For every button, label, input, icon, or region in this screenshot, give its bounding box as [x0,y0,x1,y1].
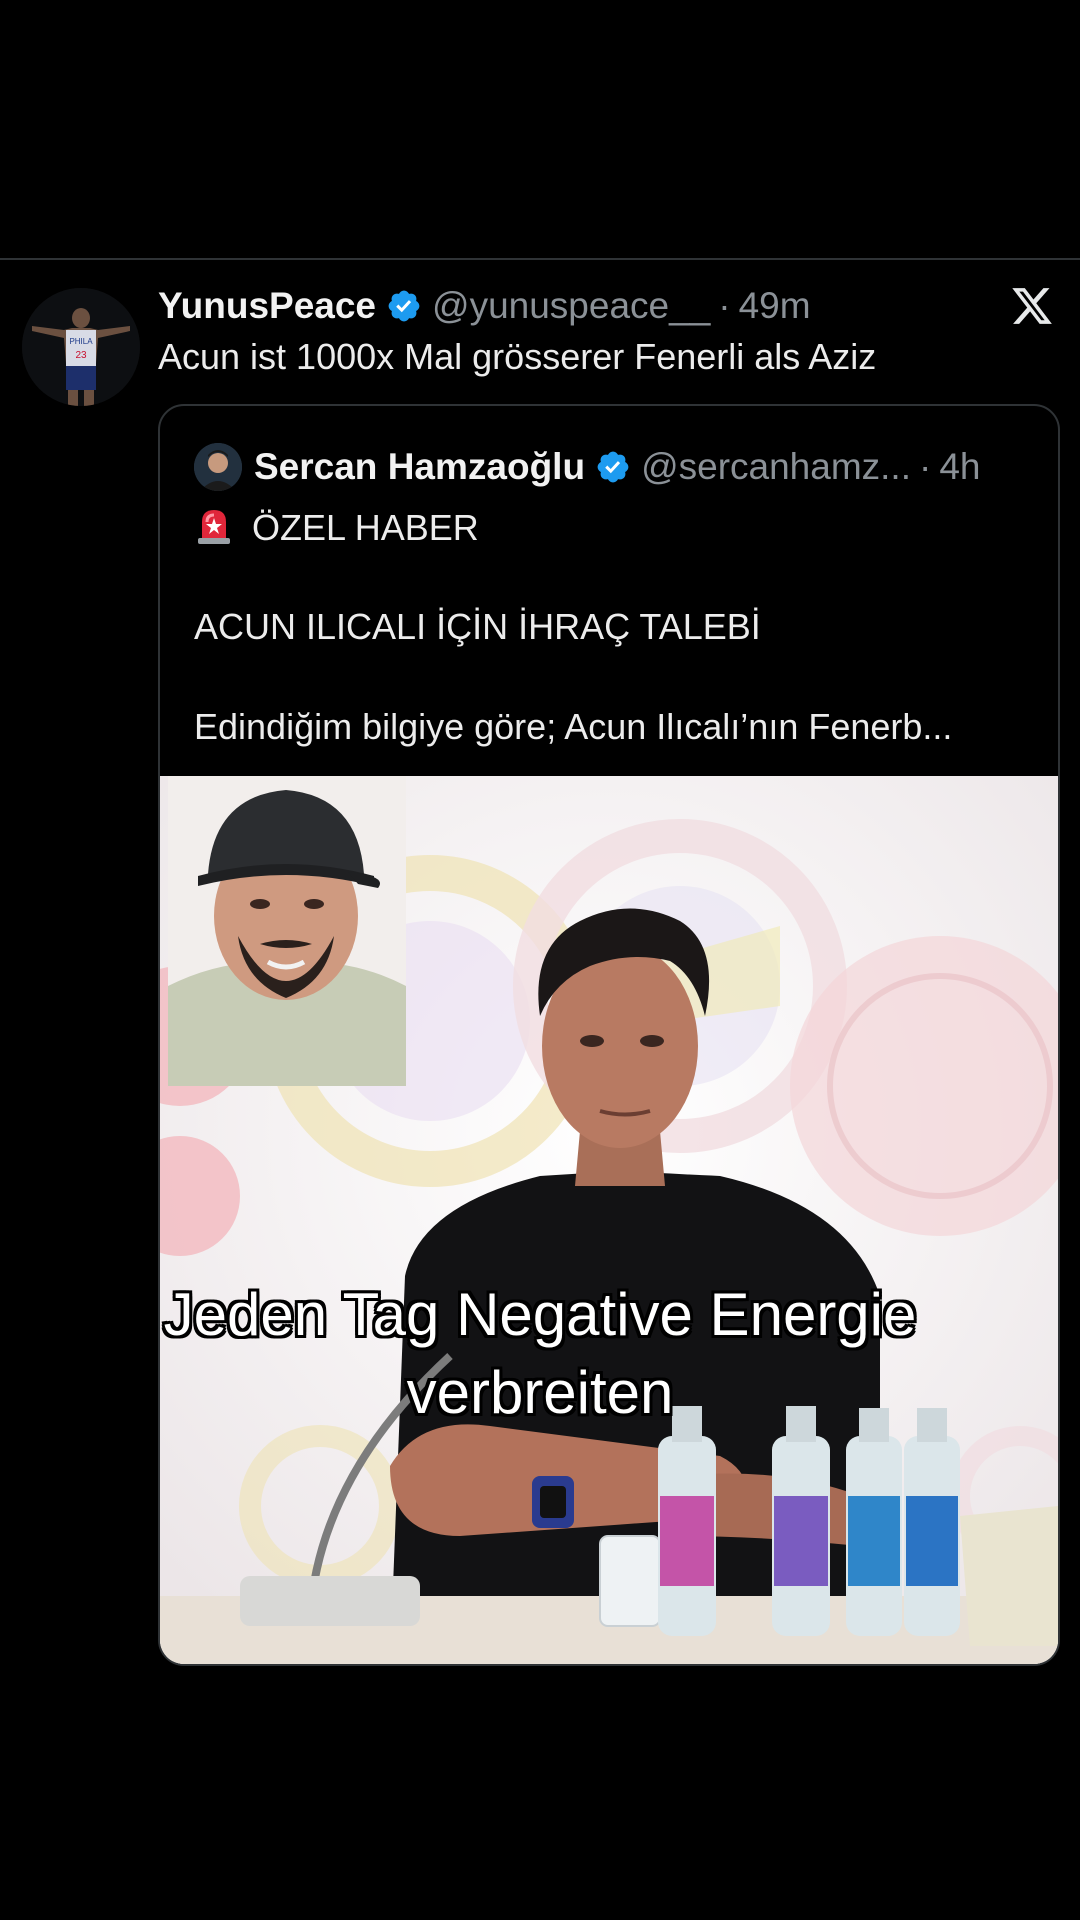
separator: · [718,285,731,326]
tweet-text: Acun ist 1000x Mal grösserer Fenerli als… [158,336,877,377]
quoted-avatar-image [194,443,242,491]
quoted-line-3: Edindiğim bilgiye göre; Acun Ilıcalı’nın… [194,706,953,747]
avatar[interactable]: PHILA 23 [22,288,140,406]
quoted-headline: ÖZEL HABER [252,507,479,548]
caption-line-1: Jeden Tag Negative Energie [163,1281,917,1348]
quoted-tweet-header: Sercan Hamzaoğlu @sercanhamz... · 4h [194,442,980,492]
quoted-display-name[interactable]: Sercan Hamzaoğlu [254,446,585,488]
display-name[interactable]: YunusPeace [158,285,376,327]
timestamp[interactable]: 49m [739,285,811,327]
verified-badge-icon [597,451,629,483]
quoted-line-1: ÖZEL HABER [194,506,479,549]
video-caption: Jeden Tag Negative Energie verbreiten [40,1276,1040,1432]
quoted-avatar[interactable] [194,443,242,491]
avatar-image: PHILA 23 [22,288,140,406]
svg-text:PHILA: PHILA [69,337,93,346]
tweet-header: YunusPeace @yunuspeace__ · 49m [158,282,811,330]
svg-text:23: 23 [75,350,87,361]
creator-facecam-image [168,776,406,1086]
verified-badge-icon [388,290,420,322]
quoted-line-2: ACUN ILICALI İÇİN İHRAÇ TALEBİ [194,606,761,647]
top-divider [0,258,1080,260]
siren-icon [198,510,230,544]
caption-line-2: verbreiten [406,1359,674,1426]
x-logo-icon[interactable] [1010,284,1054,328]
creator-facecam [168,776,406,1086]
separator: · [919,446,932,487]
video-frame: PHILA 23 YunusPeace @yunuspeace__ · 49m … [0,0,1080,1920]
quoted-timestamp[interactable]: 4h [939,446,980,488]
handle[interactable]: @yunuspeace__ [432,285,710,327]
quoted-handle[interactable]: @sercanhamz... [641,446,911,488]
